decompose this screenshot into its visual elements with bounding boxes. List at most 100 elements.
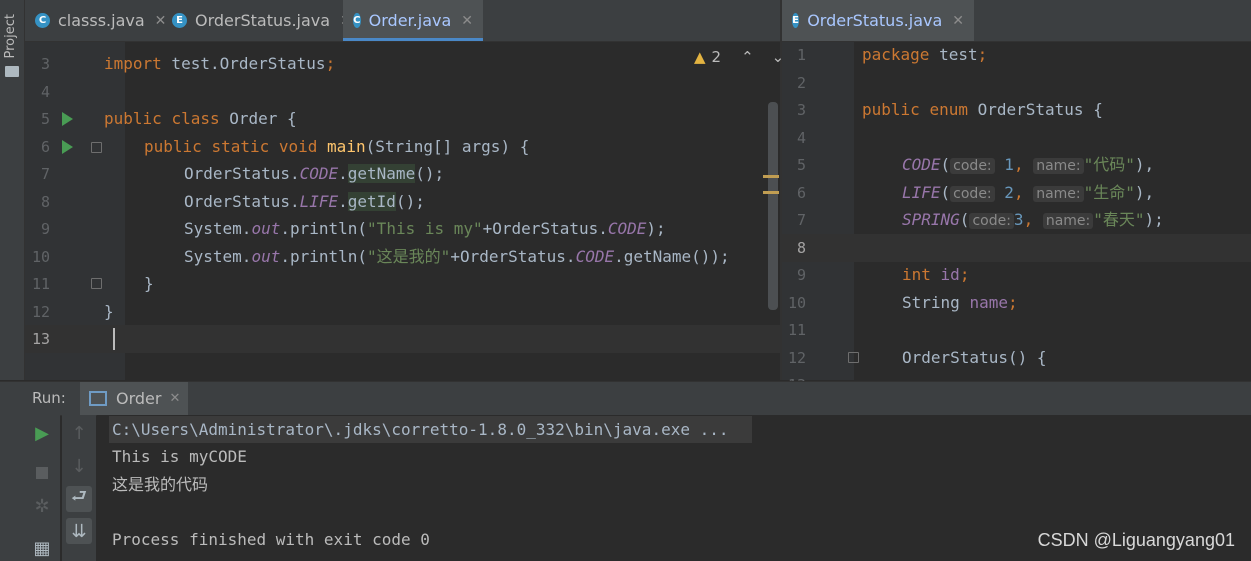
- code-line: SPRING(code: 3, name: "春天");: [902, 210, 1164, 229]
- code-line: int id;: [902, 265, 970, 284]
- console-icon: [89, 391, 107, 406]
- run-label: Run:: [32, 389, 66, 407]
- line-number: 5: [40, 110, 50, 128]
- tab-label: OrderStatus.java: [807, 11, 943, 30]
- line-number: 1: [796, 46, 806, 64]
- soft-wrap-icon[interactable]: ⮐: [66, 486, 92, 512]
- code-line: System.out.println("This is my"+OrderSta…: [184, 219, 666, 238]
- code-line: LIFE(code: 2, name: "生命"),: [902, 183, 1155, 202]
- line-number: 6: [40, 138, 50, 156]
- line-number: 3: [796, 101, 806, 119]
- inspection-widget[interactable]: ▲ 2 ⌃ ⌄: [694, 48, 784, 66]
- console-line: Process finished with exit code 0: [112, 530, 430, 549]
- code-line: public class Order {: [104, 109, 297, 128]
- close-icon[interactable]: ✕: [461, 13, 473, 29]
- line-number: 12: [31, 303, 50, 321]
- parameter-hint: code:: [950, 186, 995, 202]
- tab-order-java[interactable]: C Order.java ✕: [343, 0, 483, 41]
- line-number: 3: [40, 55, 50, 73]
- close-icon[interactable]: ✕: [952, 13, 964, 29]
- code-line: public enum OrderStatus {: [862, 100, 1103, 119]
- enum-file-icon: E: [172, 13, 187, 28]
- bottom-stripe: [0, 415, 24, 561]
- line-number: 9: [796, 266, 806, 284]
- caret-row-highlight: [25, 325, 780, 353]
- tab-label: Order.java: [368, 11, 452, 30]
- tab-orderstatus-java-right[interactable]: E OrderStatus.java ✕: [782, 0, 974, 41]
- console-line: C:\Users\Administrator\.jdks\corretto-1.…: [112, 420, 729, 439]
- code-line: }: [104, 302, 114, 321]
- run-icon[interactable]: [62, 112, 73, 126]
- console-line: 这是我的代码: [112, 475, 209, 494]
- line-number: 6: [796, 184, 806, 202]
- fold-icon[interactable]: [848, 352, 859, 363]
- line-number: 7: [40, 165, 50, 183]
- code-line: CODE(code: 1, name: "代码"),: [902, 155, 1155, 174]
- line-number: 12: [787, 349, 806, 367]
- watermark: CSDN @Liguangyang01: [1037, 530, 1235, 550]
- tab-classs-java[interactable]: C classs.java ✕: [35, 0, 166, 41]
- line-number: 2: [796, 74, 806, 92]
- console-toolbar: ↑ ↓ ⮐ ⇊: [62, 415, 96, 561]
- console-line: This is myCODE: [112, 447, 247, 466]
- class-file-icon: C: [35, 13, 50, 28]
- close-icon[interactable]: ✕: [155, 13, 167, 29]
- fold-icon[interactable]: [91, 278, 102, 289]
- line-number: 10: [31, 248, 50, 266]
- tab-label: OrderStatus.java: [195, 11, 331, 30]
- caret-row-highlight: [782, 234, 1251, 262]
- code-line: package test;: [862, 45, 988, 64]
- code-line: OrderStatus() {: [902, 348, 1047, 367]
- line-number: 4: [40, 83, 50, 101]
- run-icon[interactable]: [62, 140, 73, 154]
- code-line: OrderStatus.LIFE.getId();: [184, 192, 425, 211]
- code-line: import test.OrderStatus;: [104, 54, 336, 73]
- scroll-to-end-icon[interactable]: ⇊: [66, 518, 92, 544]
- line-number: 10: [787, 294, 806, 312]
- line-number: 4: [796, 129, 806, 147]
- class-file-icon: C: [353, 13, 361, 28]
- fold-icon[interactable]: [91, 142, 102, 153]
- run-tab-label: Order: [116, 389, 162, 408]
- code-line: OrderStatus.CODE.getName();: [184, 164, 445, 183]
- enum-file-icon: E: [792, 13, 800, 28]
- code-line: String name;: [902, 293, 1018, 312]
- parameter-hint: name:: [1033, 186, 1084, 202]
- warning-count: 2: [711, 48, 722, 66]
- line-number: 11: [787, 321, 806, 339]
- line-number: 8: [40, 193, 50, 211]
- rerun-icon[interactable]: ▶: [29, 420, 55, 446]
- code-line: }: [144, 274, 154, 293]
- tab-label: classs.java: [58, 11, 145, 30]
- close-icon[interactable]: ✕: [169, 391, 180, 406]
- project-tool-button[interactable]: Project: [3, 14, 18, 58]
- tab-orderstatus-java[interactable]: E OrderStatus.java ✕: [172, 0, 352, 41]
- active-tab-indicator: [343, 38, 483, 41]
- code-line: public static void main(String[] args) {: [144, 137, 530, 156]
- left-editor-tabbar: C classs.java ✕ E OrderStatus.java ✕ C O…: [25, 0, 780, 42]
- line-number: 5: [796, 156, 806, 174]
- parameter-hint: code:: [950, 158, 995, 174]
- parameter-hint: name:: [1033, 158, 1084, 174]
- code-line: System.out.println("这是我的"+OrderStatus.CO…: [184, 247, 730, 266]
- arrow-down-icon[interactable]: ↓: [66, 453, 92, 479]
- right-editor-tabbar: E OrderStatus.java ✕: [782, 0, 1251, 42]
- run-tool-window-header: Run: Order ✕: [0, 381, 1251, 416]
- arrow-up-icon[interactable]: ↑: [66, 420, 92, 446]
- run-tab-order[interactable]: Order ✕: [80, 382, 188, 415]
- warning-icon: ▲: [694, 48, 706, 66]
- parameter-hint: name:: [1042, 213, 1094, 229]
- previous-highlight-icon[interactable]: ⌃: [741, 48, 754, 66]
- debug-settings-icon[interactable]: ✲: [29, 493, 55, 519]
- line-number: 11: [31, 275, 50, 293]
- text-caret: [113, 328, 115, 350]
- parameter-hint: code:: [969, 213, 1014, 229]
- line-number-current: 8: [796, 239, 806, 257]
- run-toolbar: ▶ ✲ ▦: [24, 415, 60, 561]
- line-number-current: 13: [31, 330, 50, 348]
- layout-icon[interactable]: ▦: [29, 535, 55, 561]
- line-number: 7: [796, 211, 806, 229]
- line-number: 9: [40, 220, 50, 238]
- folder-icon: [5, 66, 19, 77]
- stop-icon[interactable]: [29, 460, 55, 486]
